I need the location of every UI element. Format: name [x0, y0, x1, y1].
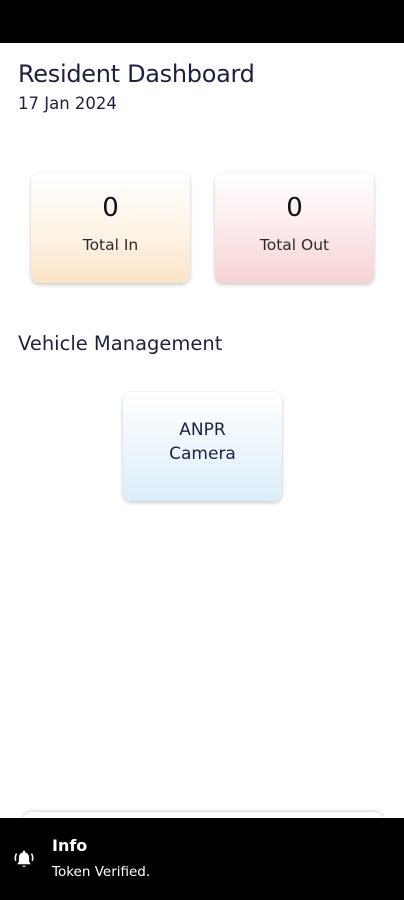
bell-ringing-icon [13, 849, 35, 871]
info-toast [0, 818, 404, 900]
page-title: Resident Dashboard [18, 60, 255, 88]
status-bar [0, 0, 404, 43]
anpr-camera-label-line2: Camera [169, 444, 236, 464]
total-out-value: 0 [286, 193, 303, 223]
toast-title: Info [52, 836, 88, 855]
anpr-camera-label-line1: ANPR [179, 420, 226, 440]
total-in-label: Total In [82, 236, 139, 254]
total-in-value: 0 [102, 193, 119, 223]
total-out-label: Total Out [259, 236, 330, 254]
total-out-card[interactable]: 0 Total Out [215, 173, 374, 283]
vehicle-management-title: Vehicle Management [18, 332, 223, 355]
anpr-camera-button[interactable]: ANPR Camera [123, 392, 282, 501]
page-date: 17 Jan 2024 [18, 94, 117, 113]
total-in-card[interactable]: 0 Total In [31, 173, 190, 283]
toast-message: Token Verified. [52, 864, 151, 880]
